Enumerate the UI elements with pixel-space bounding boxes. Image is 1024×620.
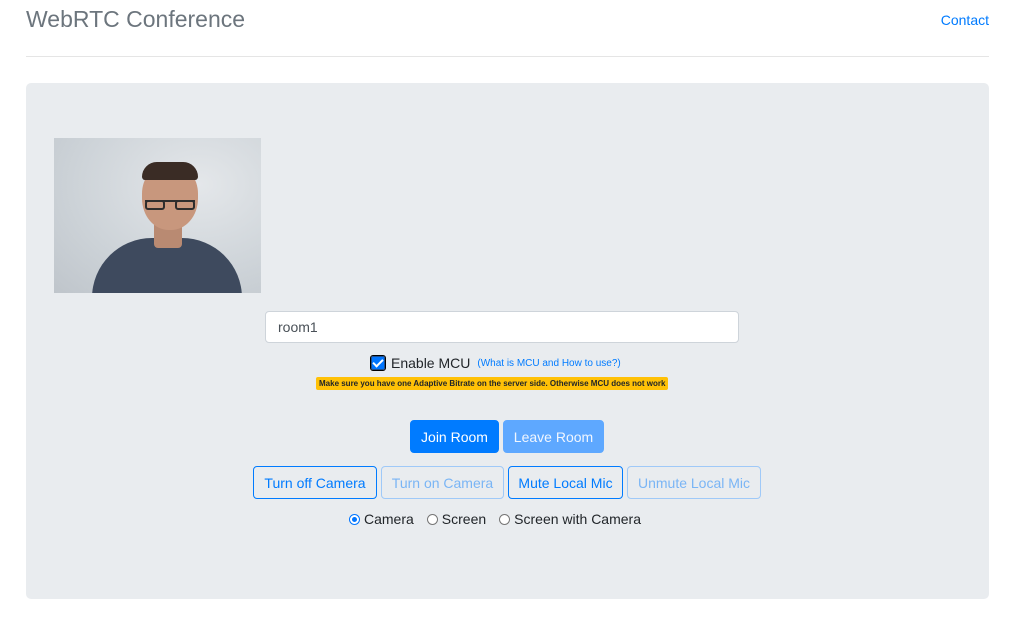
page-header: WebRTC Conference Contact	[26, 0, 989, 57]
screen-radio[interactable]	[426, 513, 438, 525]
screen-with-camera-radio-label: Screen with Camera	[514, 511, 641, 527]
screen-with-camera-radio[interactable]	[499, 513, 511, 525]
turn-on-camera-button[interactable]: Turn on Camera	[381, 466, 504, 499]
video-person-hair	[142, 162, 198, 180]
contact-link[interactable]: Contact	[941, 12, 989, 28]
enable-mcu-label: Enable MCU	[391, 355, 471, 371]
join-room-button[interactable]: Join Room	[410, 420, 499, 453]
mcu-warning-badge: Make sure you have one Adaptive Bitrate …	[316, 377, 669, 390]
leave-room-button[interactable]: Leave Room	[503, 420, 604, 453]
screen-radio-label: Screen	[441, 511, 487, 527]
room-name-input[interactable]	[265, 311, 739, 343]
turn-off-camera-button[interactable]: Turn off Camera	[253, 466, 377, 499]
mcu-help-link[interactable]: (What is MCU and How to use?)	[477, 358, 620, 369]
source-radio-group: Camera Screen Screen with Camera	[349, 510, 654, 528]
video-person-glasses	[145, 200, 195, 212]
mcu-row: Enable MCU (What is MCU and How to use?)	[370, 353, 621, 373]
enable-mcu-checkbox[interactable]	[370, 355, 386, 371]
camera-radio-label: Camera	[364, 511, 414, 527]
mute-local-mic-button[interactable]: Mute Local Mic	[508, 466, 623, 499]
page-title: WebRTC Conference	[26, 6, 246, 32]
camera-radio[interactable]	[349, 513, 360, 525]
local-video	[54, 138, 261, 293]
conference-panel: Enable MCU (What is MCU and How to use?)…	[26, 83, 989, 599]
unmute-local-mic-button[interactable]: Unmute Local Mic	[627, 466, 761, 499]
